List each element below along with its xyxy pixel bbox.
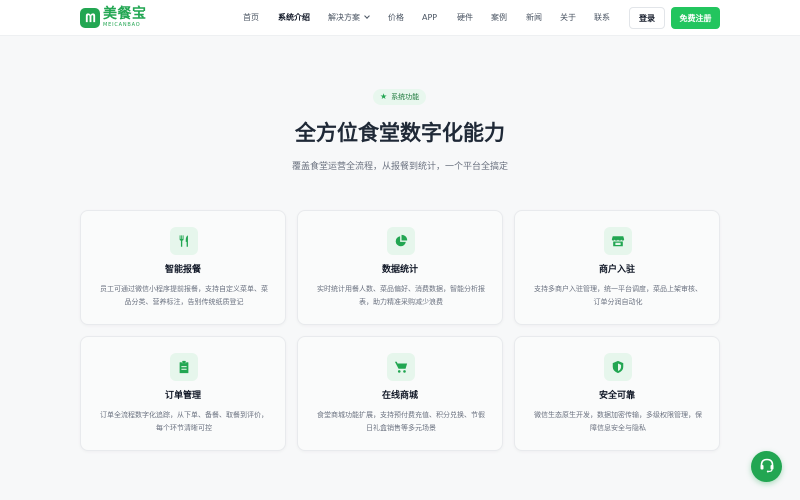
- feature-title: 安全可靠: [598, 391, 635, 401]
- nav-item-system-intro[interactable]: 系统介绍: [278, 12, 310, 24]
- utensils-icon: [170, 227, 198, 255]
- feature-desc: 食堂商城功能扩展，支持预付费充值、积分兑换、节假日礼盒销售等多元场景: [317, 411, 485, 432]
- feature-desc: 微信生态原生开发，数据加密传输，多级权限管理，保障信息安全与隐私: [534, 411, 702, 432]
- feature-title: 在线商城: [381, 391, 418, 401]
- nav-item-news[interactable]: 新闻: [526, 12, 542, 24]
- nav-item-solutions-label: 解决方案: [328, 13, 360, 22]
- feature-card-orders: 订单管理 订单全流程数字化追踪，从下单、备餐、取餐到评价，每个环节清晰可控: [80, 336, 286, 451]
- feature-desc: 订单全流程数字化追踪，从下单、备餐、取餐到评价，每个环节清晰可控: [100, 411, 268, 432]
- feature-card-statistics: 数据统计 实时统计用餐人数、菜品偏好、消费数据，智能分析报表，助力精准采购减少浪…: [297, 210, 503, 325]
- feature-title: 订单管理: [164, 391, 201, 401]
- nav-item-hardware[interactable]: 硬件: [457, 12, 473, 24]
- nav-item-cases[interactable]: 案例: [491, 12, 507, 24]
- star-icon: ★: [380, 92, 388, 101]
- feature-desc: 实时统计用餐人数、菜品偏好、消费数据，智能分析报表，助力精准采购减少浪费: [317, 285, 485, 306]
- clipboard-icon: [170, 353, 198, 381]
- pie-chart-icon: [387, 227, 415, 255]
- customer-support-button[interactable]: [751, 451, 782, 482]
- headset-icon: [759, 457, 775, 477]
- register-button[interactable]: 免费注册: [671, 7, 720, 29]
- nav-item-home[interactable]: 首页: [243, 12, 259, 24]
- feature-card-merchants: 商户入驻 支持多商户入驻管理，统一平台调度，菜品上架审核、订单分润自动化: [514, 210, 720, 325]
- top-header: 美餐宝 MEICANBAO 首页 系统介绍 解决方案 价格 APP 硬件 案例 …: [0, 0, 800, 36]
- feature-card-security: 安全可靠 微信生态原生开发，数据加密传输，多级权限管理，保障信息安全与隐私: [514, 336, 720, 451]
- shield-icon: [604, 353, 632, 381]
- feature-title: 商户入驻: [598, 265, 635, 275]
- nav-item-app[interactable]: APP: [422, 12, 437, 24]
- section-badge-label: 系统功能: [391, 93, 420, 101]
- section-subtitle: 覆盖食堂运营全流程，从报餐到统计，一个平台全搞定: [291, 162, 508, 172]
- section-badge: ★ 系统功能: [373, 89, 427, 105]
- store-icon: [604, 227, 632, 255]
- feature-card-smart-ordering: 智能报餐 员工可通过微信小程序提前报餐，支持自定义菜单、菜品分类、营养标注，告别…: [80, 210, 286, 325]
- cart-icon: [387, 353, 415, 381]
- nav-item-pricing[interactable]: 价格: [388, 12, 404, 24]
- chevron-down-icon: [364, 13, 370, 19]
- login-button[interactable]: 登录: [629, 7, 665, 29]
- feature-card-mall: 在线商城 食堂商城功能扩展，支持预付费充值、积分兑换、节假日礼盒销售等多元场景: [297, 336, 503, 451]
- section-title: 全方位食堂数字化能力: [295, 121, 505, 145]
- nav-item-solutions[interactable]: 解决方案: [328, 12, 370, 24]
- nav-item-contact[interactable]: 联系: [594, 12, 610, 24]
- nav-item-about[interactable]: 关于: [560, 12, 576, 24]
- feature-desc: 员工可通过微信小程序提前报餐，支持自定义菜单、菜品分类、营养标注，告别传统纸质登…: [100, 285, 268, 306]
- feature-desc: 支持多商户入驻管理，统一平台调度，菜品上架审核、订单分润自动化: [534, 285, 702, 306]
- feature-title: 数据统计: [381, 265, 418, 275]
- feature-title: 智能报餐: [164, 265, 201, 275]
